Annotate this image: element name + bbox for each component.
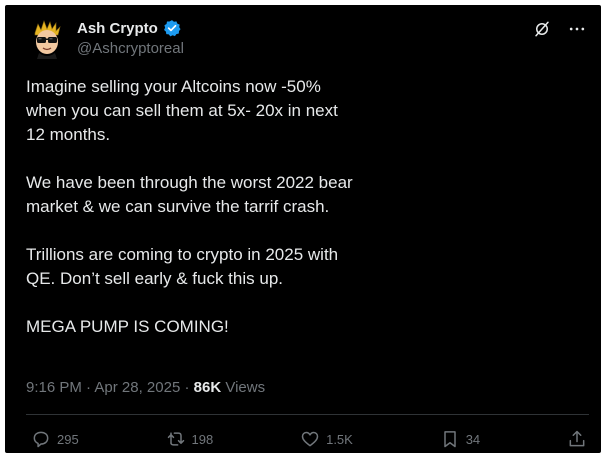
bookmark-count: 34 — [465, 431, 481, 447]
tweet-date[interactable]: Apr 28, 2025 — [94, 379, 180, 396]
verified-badge-icon — [163, 20, 181, 37]
heart-icon — [301, 431, 319, 447]
action-bar: 295 198 1.5K 34 — [31, 429, 587, 449]
reply-icon — [33, 431, 49, 448]
author-handle[interactable]: @Ashcryptoreal — [77, 40, 184, 57]
tweet-card: Ash Crypto @Ashcryptoreal Imagine sellin… — [5, 5, 601, 453]
views-label[interactable]: Views — [225, 379, 265, 396]
bookmark-button[interactable]: 34 — [440, 429, 480, 449]
tweet-paragraph: Imagine selling your Altcoins now -50% w… — [26, 77, 338, 144]
bookmark-icon — [443, 431, 456, 448]
repost-button[interactable]: 198 — [166, 429, 214, 449]
meta-separator: · — [184, 379, 190, 396]
tweet-text: Imagine selling your Altcoins now -50% w… — [26, 75, 356, 339]
tweet-header-actions — [533, 19, 587, 39]
like-count: 1.5K — [326, 431, 353, 447]
repost-count: 198 — [191, 431, 214, 447]
tweet-paragraph: Trillions are coming to crypto in 2025 w… — [26, 245, 339, 288]
divider — [26, 414, 589, 415]
author-display-name[interactable]: Ash Crypto — [77, 20, 158, 37]
grok-icon[interactable] — [533, 20, 551, 38]
share-icon — [569, 430, 585, 447]
more-horizontal-icon[interactable] — [567, 19, 587, 39]
like-button[interactable]: 1.5K — [300, 429, 353, 449]
tweet-time[interactable]: 9:16 PM — [26, 379, 82, 396]
views-count[interactable]: 86K — [194, 379, 222, 396]
tweet-paragraph: MEGA PUMP IS COMING! — [26, 317, 229, 336]
tweet-paragraph: We have been through the worst 2022 bear… — [26, 173, 353, 216]
reply-count: 295 — [57, 431, 79, 447]
avatar[interactable] — [27, 19, 67, 59]
tweet-meta: 9:16 PM · Apr 28, 2025 · 86K Views — [26, 379, 265, 396]
reply-button[interactable]: 295 — [31, 429, 79, 449]
repost-icon — [167, 432, 184, 446]
share-button[interactable] — [567, 429, 587, 449]
author-name-row[interactable]: Ash Crypto — [77, 19, 181, 37]
meta-separator: · — [86, 379, 92, 396]
